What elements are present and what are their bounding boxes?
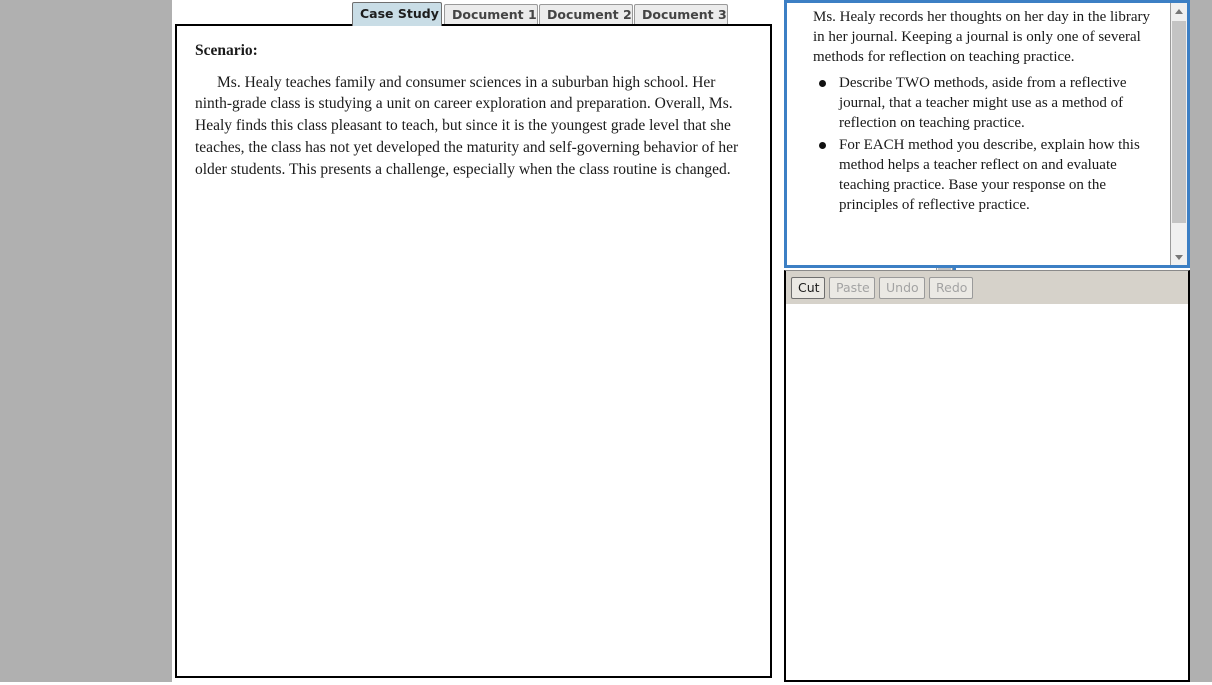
question-prompt-text: Ms. Healy records her thoughts on her da… xyxy=(787,3,1167,265)
prompt-scrollbar-thumb[interactable] xyxy=(1172,21,1186,223)
prompt-scroll-up-arrow-icon[interactable] xyxy=(1171,3,1187,19)
stimulus-pane: Case Study Document 1 Document 2 Documen… xyxy=(172,0,956,682)
stimulus-content-box: Scenario: Ms. Healy teaches family and c… xyxy=(175,24,772,678)
undo-button[interactable]: Undo xyxy=(879,277,925,299)
tab-document-2[interactable]: Document 2 xyxy=(539,4,633,25)
bullet-icon xyxy=(819,142,826,149)
exam-screen: Case Study Document 1 Document 2 Documen… xyxy=(0,0,1212,682)
left-gutter xyxy=(0,0,172,682)
prompt-bullet-list: Describe TWO methods, aside from a refle… xyxy=(813,73,1161,215)
tab-document-1[interactable]: Document 1 xyxy=(444,4,538,25)
right-gutter xyxy=(1190,0,1212,682)
question-prompt-box: Ms. Healy records her thoughts on her da… xyxy=(784,0,1190,268)
answer-input[interactable] xyxy=(786,304,1188,680)
tab-case-study[interactable]: Case Study xyxy=(352,2,442,26)
prompt-bullet-text: For EACH method you describe, explain ho… xyxy=(839,137,1140,213)
stimulus-text: Scenario: Ms. Healy teaches family and c… xyxy=(177,26,770,190)
editor-toolbar: Cut Paste Undo Redo xyxy=(784,270,1190,304)
document-tab-strip: Case Study Document 1 Document 2 Documen… xyxy=(172,0,782,26)
prompt-scroll-down-arrow-icon[interactable] xyxy=(1171,249,1187,265)
prompt-bullet-item: Describe TWO methods, aside from a refle… xyxy=(813,73,1161,133)
answer-box[interactable] xyxy=(784,304,1190,682)
bullet-icon xyxy=(819,80,826,87)
prompt-paragraph: Ms. Healy records her thoughts on her da… xyxy=(813,9,1150,65)
prompt-bullet-item: For EACH method you describe, explain ho… xyxy=(813,135,1161,215)
response-pane: Ms. Healy records her thoughts on her da… xyxy=(784,0,1190,682)
tab-document-3[interactable]: Document 3 xyxy=(634,4,728,25)
scenario-heading: Scenario: xyxy=(195,42,258,59)
cut-button[interactable]: Cut xyxy=(791,277,825,299)
prompt-scrollbar[interactable] xyxy=(1170,3,1187,265)
scenario-paragraph: Ms. Healy teaches family and consumer sc… xyxy=(195,73,739,178)
prompt-bullet-text: Describe TWO methods, aside from a refle… xyxy=(839,75,1127,131)
redo-button[interactable]: Redo xyxy=(929,277,973,299)
paste-button[interactable]: Paste xyxy=(829,277,875,299)
